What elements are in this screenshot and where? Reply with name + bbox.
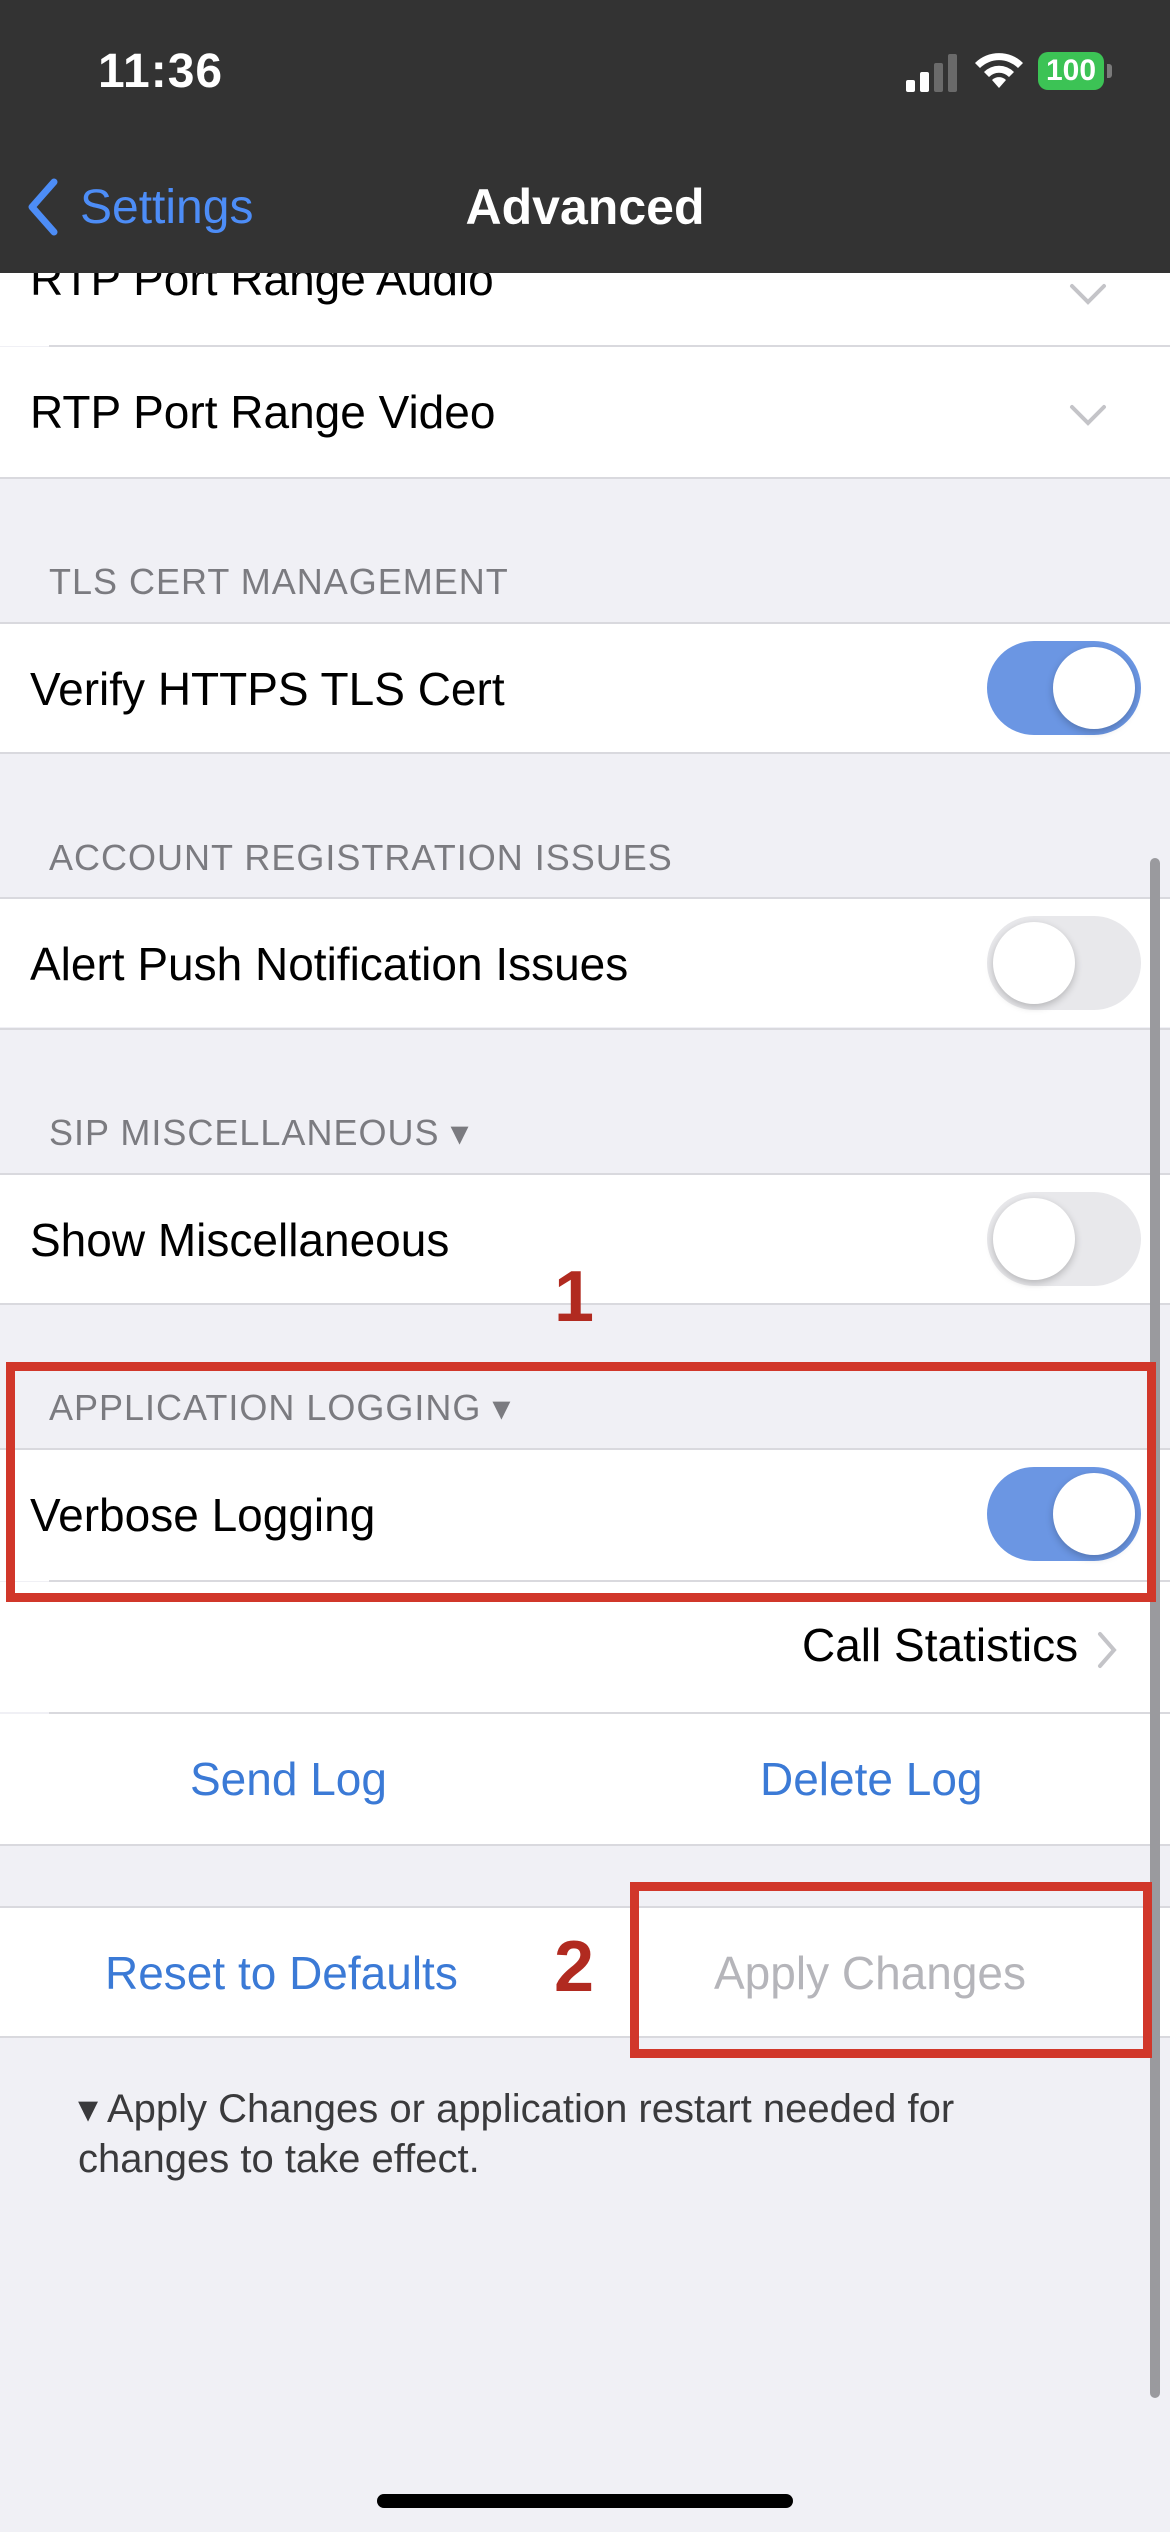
log-actions-row: Send Log Delete Log [0,1714,1170,1844]
page-title: Advanced [465,179,705,235]
battery-icon: 100 [1038,52,1104,90]
footnote-text: ▾ Apply Changes or application restart n… [78,2087,955,2181]
annotation-box-1 [6,1362,1156,1602]
verify-tls-label: Verify HTTPS TLS Cert [30,663,505,715]
separator [0,1028,1170,1030]
scrollbar[interactable] [1150,858,1160,2398]
rtp-video-row[interactable]: RTP Port Range Video [0,347,1170,477]
wifi-icon [975,53,1023,88]
reset-defaults-button[interactable]: Reset to Defaults [105,1946,458,2000]
send-log-button[interactable]: Send Log [190,1752,387,1806]
top-bar: 11:36 100 Settings Advanced [0,0,1170,273]
show-misc-toggle[interactable] [987,1192,1141,1286]
status-time: 11:36 [98,45,224,98]
toggle-knob [1053,647,1135,729]
call-statistics-label: Call Statistics [802,1619,1079,1671]
section-header-account: ACCOUNT REGISTRATION ISSUES [49,837,673,878]
alert-push-row: Alert Push Notification Issues [0,899,1170,1027]
annotation-number-1: 1 [554,1257,595,1337]
section-header-sip: SIP MISCELLANEOUS ▾ [49,1112,470,1153]
home-indicator[interactable] [377,2494,793,2508]
chevron-down-icon [1070,284,1106,305]
separator [0,752,1170,754]
alert-push-label: Alert Push Notification Issues [30,938,629,990]
show-misc-label: Show Miscellaneous [30,1214,450,1266]
chevron-right-icon [1098,1632,1117,1668]
verify-tls-row: Verify HTTPS TLS Cert [0,624,1170,752]
separator [0,477,1170,479]
separator [0,1844,1170,1846]
rtp-video-label: RTP Port Range Video [30,386,496,438]
chevron-down-icon [1070,405,1106,426]
section-header-tls: TLS CERT MANAGEMENT [49,561,509,602]
verify-tls-toggle[interactable] [987,641,1141,735]
toggle-knob [993,922,1075,1004]
alert-push-toggle[interactable] [987,916,1141,1010]
battery-nub [1107,64,1112,78]
toggle-knob [993,1198,1075,1280]
cellular-signal-icon [906,54,957,92]
annotation-box-2 [630,1882,1152,2058]
annotation-number-2: 2 [554,1927,595,2007]
delete-log-button[interactable]: Delete Log [760,1752,983,1806]
